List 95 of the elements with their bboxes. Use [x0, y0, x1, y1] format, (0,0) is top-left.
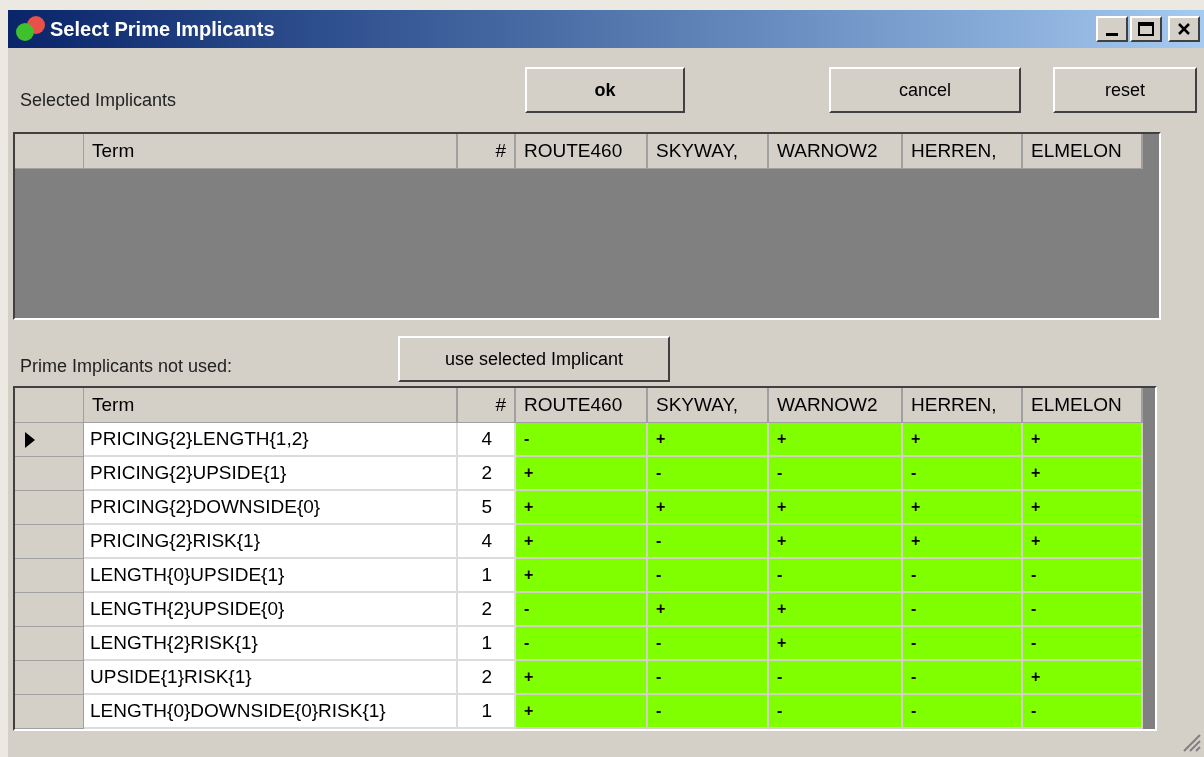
maximize-icon: [1138, 22, 1154, 36]
section-label: Prime Implicants not used:: [20, 355, 234, 378]
coverage-cell: -: [903, 695, 1023, 729]
count-cell: 1: [458, 695, 516, 729]
coverage-cell: -: [903, 661, 1023, 695]
coverage-cell: -: [769, 559, 903, 593]
count-cell: 2: [458, 661, 516, 695]
term-cell: LENGTH{2}UPSIDE{0}: [84, 593, 458, 627]
row-header: [15, 134, 84, 169]
coverage-cell: +: [516, 661, 648, 695]
coverage-cell: -: [1023, 593, 1143, 627]
coverage-cell: +: [516, 491, 648, 525]
coverage-cell: +: [903, 525, 1023, 559]
coverage-cell: -: [903, 559, 1023, 593]
coverage-cell: -: [1023, 695, 1143, 729]
column-header[interactable]: ROUTE460: [516, 388, 648, 423]
column-header[interactable]: HERREN,: [903, 388, 1023, 423]
coverage-cell: +: [903, 423, 1023, 457]
coverage-cell: +: [516, 695, 648, 729]
coverage-cell: -: [769, 457, 903, 491]
coverage-cell: +: [769, 627, 903, 661]
row-header[interactable]: [15, 423, 84, 457]
count-cell: 4: [458, 423, 516, 457]
count-cell: 4: [458, 525, 516, 559]
current-row-icon: [25, 431, 35, 448]
coverage-cell: -: [769, 695, 903, 729]
column-header[interactable]: ROUTE460: [516, 134, 648, 169]
ok-button[interactable]: ok: [525, 67, 685, 113]
column-header[interactable]: #: [458, 388, 516, 423]
column-header[interactable]: #: [458, 134, 516, 169]
coverage-cell: -: [648, 457, 769, 491]
column-header[interactable]: SKYWAY,: [648, 388, 769, 423]
row-header: [15, 388, 84, 423]
coverage-cell: +: [516, 559, 648, 593]
coverage-cell: -: [648, 627, 769, 661]
term-cell: PRICING{2}DOWNSIDE{0}: [84, 491, 458, 525]
count-cell: 1: [458, 627, 516, 661]
coverage-cell: +: [769, 593, 903, 627]
coverage-cell: -: [903, 593, 1023, 627]
coverage-cell: +: [769, 423, 903, 457]
coverage-cell: +: [769, 525, 903, 559]
coverage-cell: +: [1023, 491, 1143, 525]
minimize-icon: [1106, 33, 1118, 36]
coverage-cell: -: [903, 627, 1023, 661]
coverage-cell: -: [516, 423, 648, 457]
cancel-button[interactable]: cancel: [829, 67, 1021, 113]
term-cell: UPSIDE{1}RISK{1}: [84, 661, 458, 695]
coverage-cell: -: [903, 457, 1023, 491]
coverage-cell: -: [1023, 627, 1143, 661]
coverage-cell: +: [648, 423, 769, 457]
coverage-cell: -: [516, 593, 648, 627]
term-cell: LENGTH{0}UPSIDE{1}: [84, 559, 458, 593]
coverage-cell: -: [648, 559, 769, 593]
column-header[interactable]: Term: [84, 388, 458, 423]
reset-button[interactable]: reset: [1053, 67, 1197, 113]
column-header[interactable]: WARNOW2: [769, 134, 903, 169]
term-cell: PRICING{2}UPSIDE{1}: [84, 457, 458, 491]
coverage-cell: -: [648, 525, 769, 559]
coverage-cell: -: [648, 661, 769, 695]
coverage-cell: -: [769, 661, 903, 695]
count-cell: 1: [458, 559, 516, 593]
coverage-cell: +: [648, 593, 769, 627]
window-title: Select Prime Implicants: [50, 17, 275, 42]
section-label: Selected Implicants: [20, 89, 178, 112]
coverage-cell: +: [1023, 423, 1143, 457]
coverage-cell: -: [1023, 559, 1143, 593]
maximize-button[interactable]: [1130, 16, 1162, 42]
app-icon: [14, 15, 48, 43]
count-cell: 5: [458, 491, 516, 525]
column-header[interactable]: WARNOW2: [769, 388, 903, 423]
coverage-cell: -: [516, 627, 648, 661]
minimize-button[interactable]: [1096, 16, 1128, 42]
column-header[interactable]: HERREN,: [903, 134, 1023, 169]
column-header[interactable]: ELMELON: [1023, 388, 1143, 423]
column-header[interactable]: ELMELON: [1023, 134, 1143, 169]
coverage-cell: +: [516, 525, 648, 559]
term-cell: LENGTH{2}RISK{1}: [84, 627, 458, 661]
coverage-cell: +: [1023, 525, 1143, 559]
column-header[interactable]: Term: [84, 134, 458, 169]
column-header[interactable]: SKYWAY,: [648, 134, 769, 169]
term-cell: PRICING{2}LENGTH{1,2}: [84, 423, 458, 457]
coverage-cell: -: [648, 695, 769, 729]
close-button[interactable]: [1168, 16, 1200, 42]
close-icon: [1177, 22, 1191, 36]
term-cell: LENGTH{0}DOWNSIDE{0}RISK{1}: [84, 695, 458, 729]
coverage-cell: +: [1023, 457, 1143, 491]
coverage-cell: +: [769, 491, 903, 525]
coverage-cell: +: [1023, 661, 1143, 695]
count-cell: 2: [458, 457, 516, 491]
coverage-cell: +: [903, 491, 1023, 525]
coverage-cell: +: [648, 491, 769, 525]
use-selected-implicant-button[interactable]: use selected Implicant: [398, 336, 670, 382]
coverage-cell: +: [516, 457, 648, 491]
count-cell: 2: [458, 593, 516, 627]
term-cell: PRICING{2}RISK{1}: [84, 525, 458, 559]
